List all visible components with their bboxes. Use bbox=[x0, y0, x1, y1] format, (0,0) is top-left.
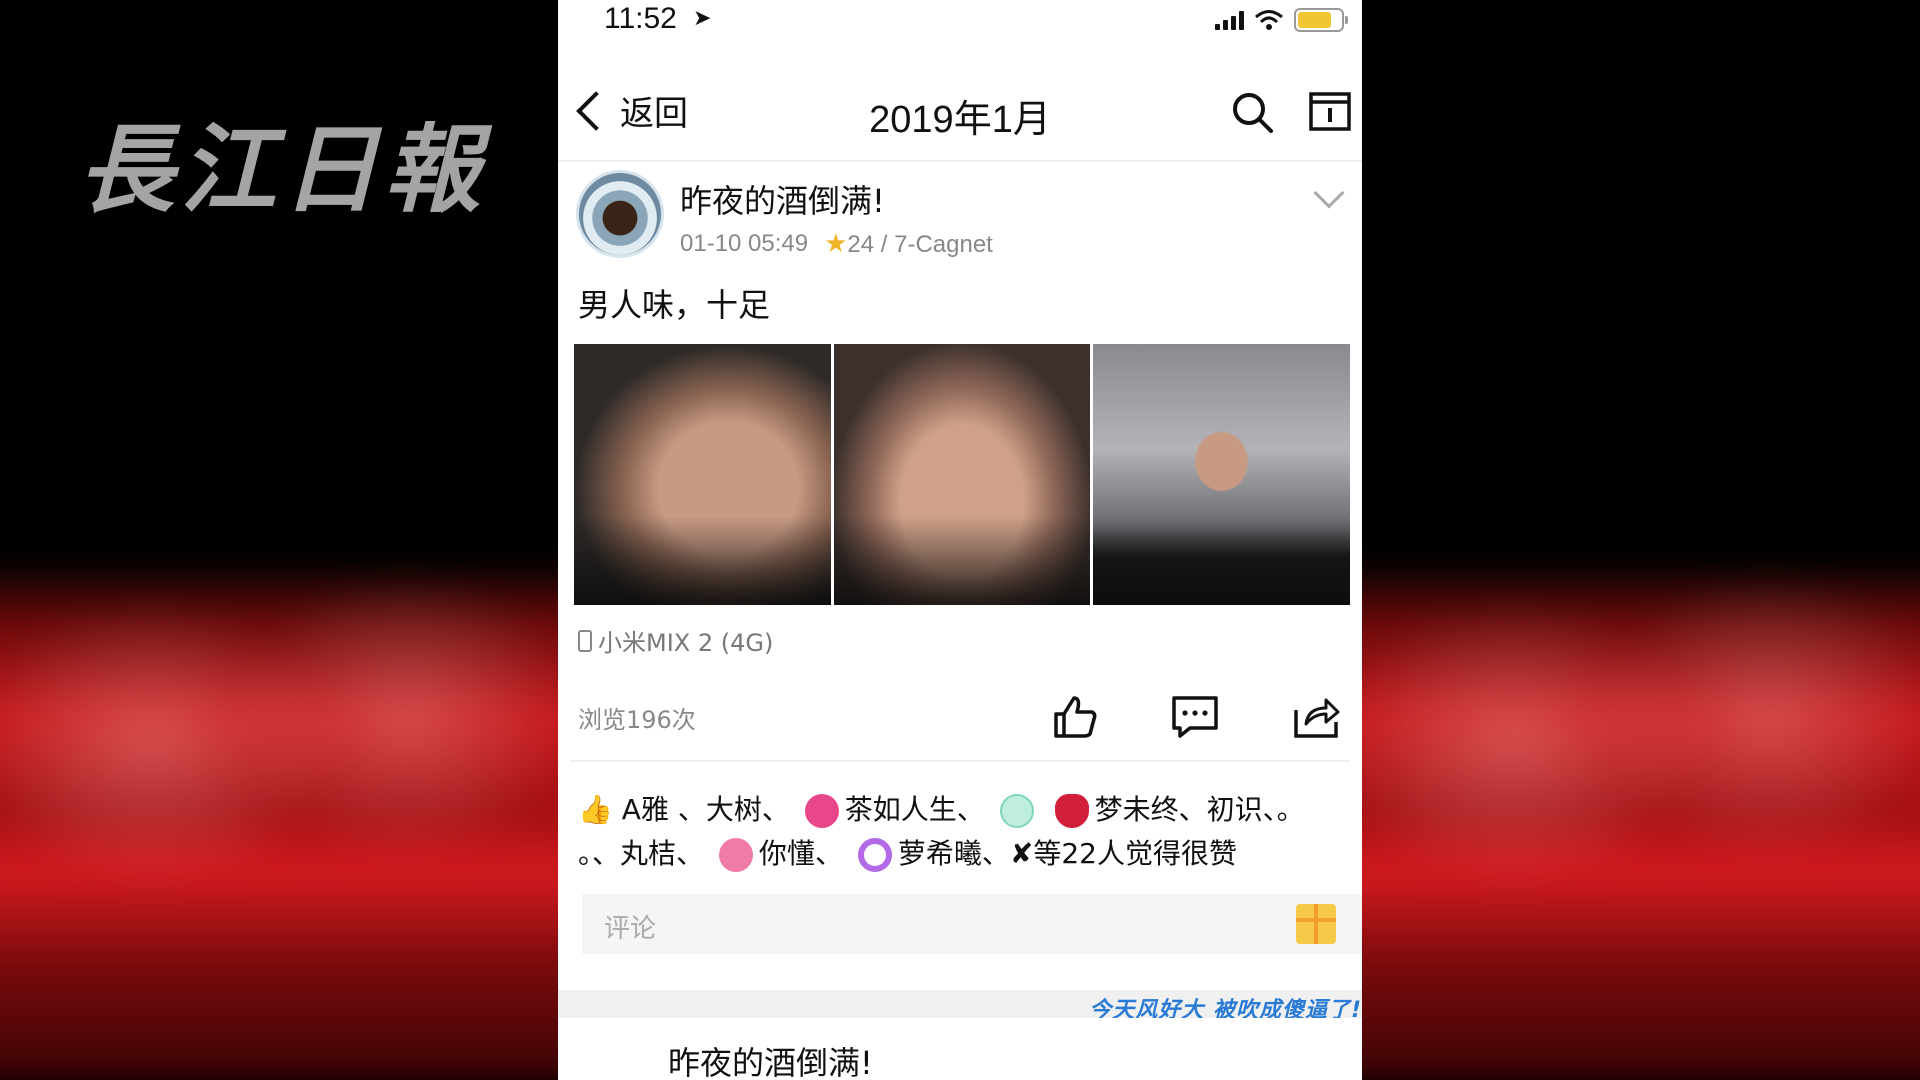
status-bar: 11:52 ➤ bbox=[558, 0, 1362, 52]
comment-icon[interactable] bbox=[1170, 692, 1220, 742]
avatar[interactable] bbox=[576, 170, 664, 258]
search-icon[interactable] bbox=[1230, 90, 1274, 134]
feed-post: 昨夜的酒倒满! 01-10 05:49 ★24 / 7-Cagnet 男人味，十… bbox=[558, 162, 1362, 954]
liker[interactable]: 萝希曦、 bbox=[898, 837, 1010, 870]
phone-screen: 11:52 ➤ 返回 2019年1月 昨夜的酒倒满! 01-10 05:49 ★… bbox=[558, 0, 1362, 1080]
share-icon[interactable] bbox=[1292, 692, 1342, 742]
star-badge-icon bbox=[804, 794, 839, 828]
liker[interactable]: 你懂 bbox=[759, 837, 815, 870]
likes-list: 👍 A雅 、大树、 茶如人生、 梦未终、初识、。 。、丸桔、 你懂、 萝希曦、✘… bbox=[570, 762, 1350, 876]
device-info: 小米MIX 2 (4G) bbox=[578, 623, 1350, 658]
liker[interactable]: 。、丸桔、 bbox=[578, 837, 704, 870]
left-backdrop: 長江日報 bbox=[0, 0, 558, 1080]
like-icon[interactable] bbox=[1050, 692, 1100, 742]
balloon-icon bbox=[718, 838, 753, 872]
post-photo[interactable] bbox=[574, 344, 831, 605]
red-backdrop bbox=[1362, 560, 1920, 1080]
chevron-down-icon[interactable] bbox=[1313, 177, 1345, 209]
nav-bar: 返回 2019年1月 bbox=[558, 52, 1362, 162]
post-text: 男人味，十足 bbox=[578, 286, 771, 324]
thumb-icon: 👍 bbox=[578, 793, 613, 826]
post-photo[interactable] bbox=[833, 344, 1091, 605]
liker[interactable]: 梦未终、初识、。 bbox=[1095, 793, 1305, 826]
rank-text: 24 / 7-Cagnet bbox=[847, 231, 993, 258]
post-actions: 浏览196次 bbox=[570, 672, 1350, 762]
likes-summary[interactable]: ✘等22人觉得很赞 bbox=[1010, 837, 1237, 870]
rank-badge: ★24 / 7-Cagnet bbox=[824, 228, 993, 259]
right-backdrop bbox=[1362, 0, 1920, 1080]
decor-banner: 今天风好大 被吹成傻逼了! bbox=[1089, 998, 1362, 1018]
comment-input[interactable]: 评论 bbox=[582, 894, 1362, 954]
battery-icon bbox=[1294, 8, 1348, 32]
post-divider: 今天风好大 被吹成傻逼了! bbox=[558, 990, 1362, 1018]
news-logo-watermark: 長江日報 bbox=[78, 113, 486, 226]
ring-icon bbox=[857, 838, 892, 872]
gift-icon[interactable] bbox=[1296, 904, 1336, 944]
post-meta: 01-10 05:49 ★24 / 7-Cagnet bbox=[680, 228, 993, 259]
post-username[interactable]: 昨夜的酒倒满! bbox=[680, 176, 885, 222]
red-backdrop bbox=[0, 560, 558, 1080]
wifi-icon bbox=[1255, 10, 1283, 30]
liker[interactable]: 、大树、 bbox=[678, 793, 790, 826]
post-username[interactable]: 昨夜的酒倒满! bbox=[668, 1038, 873, 1080]
liker[interactable]: 茶如人生、 bbox=[845, 793, 985, 826]
status-time: 11:52 bbox=[604, 2, 677, 35]
likes-separator: 、 bbox=[814, 837, 843, 870]
post-photo[interactable] bbox=[1093, 344, 1351, 605]
video-frame: 長江日報 11:52 ➤ 返回 2019年1月 昨夜的酒倒满! 01-10 05… bbox=[0, 0, 1920, 1080]
view-count: 浏览196次 bbox=[578, 706, 696, 734]
lips-icon bbox=[1054, 794, 1089, 828]
signal-icon bbox=[1215, 10, 1244, 30]
feed-post-next: 昨夜的酒倒满! bbox=[558, 1018, 1362, 1080]
location-arrow-icon: ➤ bbox=[693, 6, 712, 31]
phone-icon bbox=[578, 629, 592, 652]
post-datetime: 01-10 05:49 bbox=[680, 229, 809, 257]
status-icons bbox=[1215, 8, 1348, 32]
device-label: 小米MIX 2 (4G) bbox=[598, 629, 774, 657]
photo-grid bbox=[574, 344, 1351, 605]
liker[interactable]: A雅 bbox=[622, 793, 669, 826]
lime-icon bbox=[999, 794, 1034, 828]
comment-placeholder: 评论 bbox=[604, 914, 657, 944]
calendar-icon[interactable] bbox=[1308, 88, 1352, 132]
star-icon: ★ bbox=[824, 228, 848, 258]
post-header: 昨夜的酒倒满! 01-10 05:49 ★24 / 7-Cagnet bbox=[570, 162, 1350, 272]
